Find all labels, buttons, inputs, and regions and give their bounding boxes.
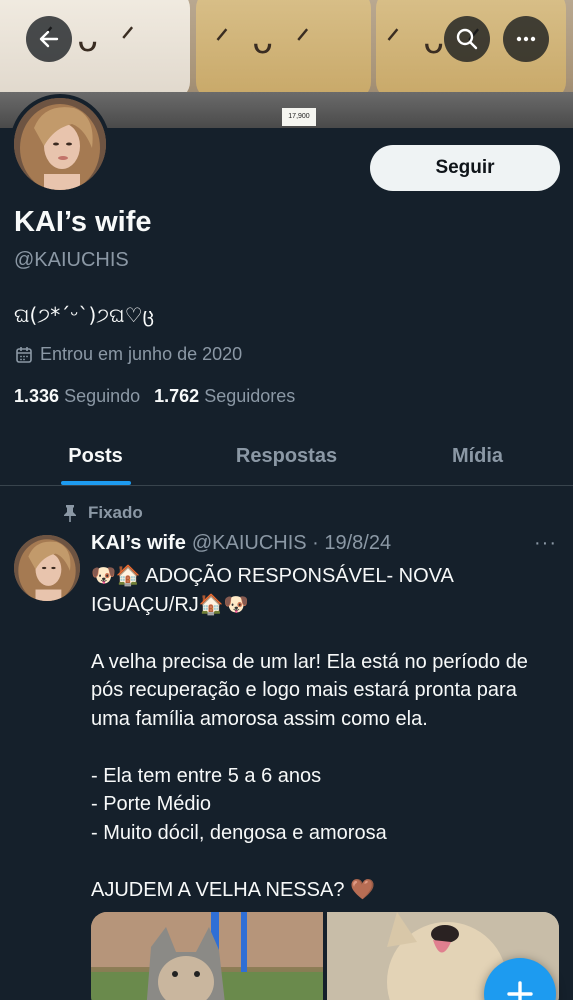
pin-icon <box>64 505 76 522</box>
tweet-author-name[interactable]: KAI’s wife <box>91 532 186 555</box>
banner-price-tag: 17,900 <box>282 108 316 126</box>
profile-bio: ଘ(੭*ˊᵕˋ)੭ଘ♡ც <box>14 303 155 327</box>
tweet-header: KAI’s wife @KAIUCHIS · 19/8/24 <box>91 532 391 555</box>
plus-icon <box>507 981 533 1000</box>
back-button[interactable] <box>26 16 72 62</box>
followers-count: 1.762 <box>154 386 200 406</box>
banner-cat-face: ᐟ ᴗ ᐟ <box>215 22 317 62</box>
more-options-button[interactable] <box>503 16 549 62</box>
tweet-handle-date[interactable]: @KAIUCHIS · 19/8/24 <box>192 532 391 555</box>
followers-link[interactable]: 1.762 Seguidores <box>154 386 295 407</box>
tab-replies[interactable]: Respostas <box>191 428 382 485</box>
avatar-portrait-image <box>14 535 80 601</box>
follow-button[interactable]: Seguir <box>370 145 560 191</box>
following-count: 1.336 <box>14 386 60 406</box>
tab-media[interactable]: Mídia <box>382 428 573 485</box>
search-icon <box>456 28 478 50</box>
followers-label: Seguidores <box>204 386 296 406</box>
profile-stats: 1.336 Seguindo 1.762 Seguidores <box>14 386 295 407</box>
tweet-more-button[interactable]: ··· <box>534 532 557 555</box>
pinned-label: Fixado <box>88 503 143 522</box>
profile-display-name: KAI’s wife <box>14 206 152 238</box>
tab-posts[interactable]: Posts <box>0 428 191 485</box>
calendar-icon <box>16 346 32 363</box>
tweet-media-image[interactable] <box>91 912 323 1000</box>
following-label: Seguindo <box>64 386 141 406</box>
tab-label: Mídia <box>451 445 504 467</box>
more-horizontal-icon <box>516 36 536 42</box>
arrow-left-icon <box>39 30 59 48</box>
tab-label: Posts <box>68 445 123 467</box>
tweet-author-avatar[interactable] <box>14 535 80 601</box>
dog-photo-image <box>91 912 323 1000</box>
profile-joined-date: Entrou em junho de 2020 <box>14 344 242 365</box>
pinned-indicator: Fixado <box>62 503 143 523</box>
profile-tabs: Posts Respostas Mídia <box>0 428 573 486</box>
following-link[interactable]: 1.336 Seguindo <box>14 386 140 407</box>
profile-handle: @KAIUCHIS <box>14 249 129 271</box>
joined-text: Entrou em junho de 2020 <box>40 344 243 364</box>
active-tab-indicator <box>60 481 131 485</box>
tab-label: Respostas <box>235 445 338 467</box>
profile-avatar[interactable] <box>10 94 110 194</box>
tweet-text: 🐶🏠 ADOÇÃO RESPONSÁVEL- NOVA IGUAÇU/RJ🏠🐶 … <box>91 565 528 901</box>
avatar-portrait-image <box>14 98 106 190</box>
search-button[interactable] <box>444 16 490 62</box>
